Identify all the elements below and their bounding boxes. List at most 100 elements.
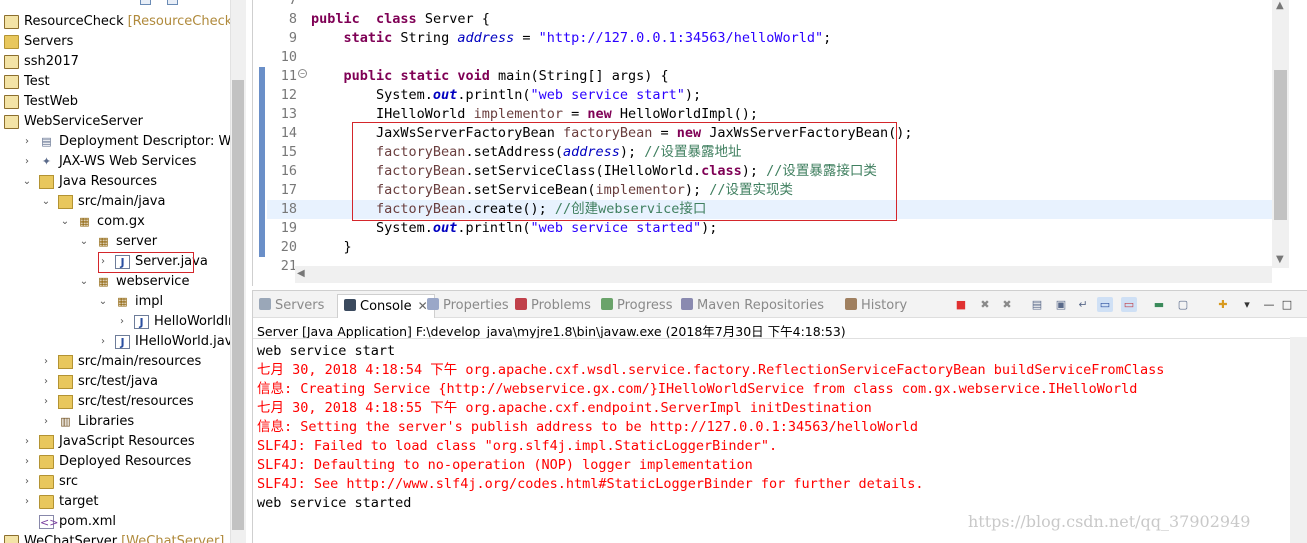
code-token: //创建webservice接口 bbox=[554, 201, 707, 217]
code-token: JaxWsServerFactoryBean(); bbox=[701, 125, 913, 141]
code-line[interactable]: 20 } bbox=[267, 238, 1275, 257]
collapsed-arrow-icon[interactable]: › bbox=[117, 312, 127, 332]
javascript-icon bbox=[39, 435, 54, 449]
collapsed-arrow-icon[interactable]: › bbox=[22, 152, 32, 172]
display-console-icon[interactable]: ▢ bbox=[1175, 297, 1191, 312]
code-text: factoryBean.setServiceClass(IHelloWorld.… bbox=[311, 162, 877, 181]
collapsed-arrow-icon[interactable]: › bbox=[41, 372, 51, 392]
clear-console-icon[interactable]: ▤ bbox=[1029, 297, 1045, 312]
tab-label: Progress bbox=[617, 298, 673, 313]
code-line[interactable]: 8 public class Server { bbox=[267, 10, 1275, 29]
expanded-arrow-icon[interactable]: ⌄ bbox=[60, 212, 70, 232]
code-token: System. bbox=[311, 220, 433, 236]
code-line[interactable]: 18 factoryBean.create(); //创建webservice接… bbox=[267, 200, 1275, 219]
console-output-line: SLF4J: Defaulting to no-operation (NOP) … bbox=[257, 457, 753, 473]
code-editor[interactable]: 7 8 public class Server {9 static String a… bbox=[252, 0, 1307, 286]
code-text: factoryBean.setServiceBean(implementor);… bbox=[311, 181, 793, 200]
collapsed-arrow-icon[interactable]: › bbox=[22, 132, 32, 152]
tree-item-label: JAX-WS Web Services bbox=[59, 154, 197, 169]
collapsed-arrow-icon[interactable]: › bbox=[41, 412, 51, 432]
scroll-down-icon[interactable]: ▼ bbox=[1276, 254, 1284, 265]
tab-console[interactable]: Console ✕ bbox=[337, 294, 435, 318]
properties-icon bbox=[427, 298, 439, 310]
collapsed-arrow-icon[interactable]: › bbox=[98, 332, 108, 352]
line-number: 16 bbox=[280, 163, 297, 179]
expanded-arrow-icon[interactable]: ⌄ bbox=[79, 272, 89, 292]
show-stderr-icon[interactable]: ▭ bbox=[1121, 297, 1137, 312]
console-output-line: SLF4J: See http://www.slf4j.org/codes.ht… bbox=[257, 476, 924, 492]
remove-launch-icon[interactable]: ✖ bbox=[977, 297, 993, 312]
maximize-icon[interactable]: □ bbox=[1279, 297, 1295, 312]
collapsed-arrow-icon[interactable]: › bbox=[22, 472, 32, 492]
new-console-icon[interactable]: ✚ bbox=[1215, 297, 1231, 312]
code-token: .println( bbox=[457, 87, 531, 103]
tab-problems[interactable]: Problems bbox=[515, 296, 591, 316]
code-line[interactable]: 13 IHelloWorld implementor = new HelloWo… bbox=[267, 105, 1275, 124]
project-icon bbox=[4, 15, 19, 29]
collapsed-arrow-icon[interactable]: › bbox=[41, 392, 51, 412]
tree-item-label: IHelloWorld.java bbox=[135, 334, 241, 349]
line-number: 20 bbox=[280, 239, 297, 255]
code-token: class bbox=[701, 163, 742, 179]
code-line[interactable]: 17 factoryBean.setServiceBean(implemento… bbox=[267, 181, 1275, 200]
pin-console-icon[interactable]: ▬ bbox=[1151, 297, 1167, 312]
line-number: 8 bbox=[288, 11, 297, 27]
tab-properties[interactable]: Properties bbox=[427, 296, 509, 316]
collapsed-arrow-icon[interactable]: › bbox=[22, 452, 32, 472]
tree-item-label: Libraries bbox=[78, 414, 135, 429]
dropdown-icon[interactable]: ▾ bbox=[1239, 297, 1255, 312]
remove-all-icon[interactable]: ✖ bbox=[999, 297, 1015, 312]
tab-progress[interactable]: Progress bbox=[601, 296, 672, 316]
code-token: System. bbox=[311, 87, 433, 103]
tree-item-label: Deployment Descriptor: WebSer bbox=[59, 134, 246, 149]
maven-icon bbox=[681, 298, 693, 310]
editor-vertical-scrollbar-thumb[interactable] bbox=[1274, 70, 1287, 220]
tree-item-label: src bbox=[59, 474, 78, 489]
tab-label: Servers bbox=[275, 298, 325, 313]
code-line[interactable]: 19 System.out.println("web service start… bbox=[267, 219, 1275, 238]
scroll-left-icon[interactable]: ◀ bbox=[297, 268, 305, 279]
code-line[interactable]: 7 bbox=[267, 0, 1275, 10]
tab-history[interactable]: History bbox=[845, 296, 907, 316]
tree-item-label: target bbox=[59, 494, 99, 509]
package-icon: ▦ bbox=[79, 215, 90, 228]
show-stdout-icon[interactable]: ▭ bbox=[1097, 297, 1113, 312]
code-line[interactable]: 15 factoryBean.setAddress(address); //设置… bbox=[267, 143, 1275, 162]
code-line[interactable]: 14 JaxWsServerFactoryBean factoryBean = … bbox=[267, 124, 1275, 143]
collapsed-arrow-icon[interactable]: › bbox=[22, 492, 32, 512]
collapse-all-icon[interactable] bbox=[140, 0, 151, 5]
terminate-icon[interactable]: ■ bbox=[953, 297, 969, 312]
console-vertical-scrollbar[interactable] bbox=[1290, 337, 1307, 543]
code-token: new bbox=[676, 125, 702, 141]
code-line[interactable]: 9 static String address = "http://127.0.… bbox=[267, 29, 1275, 48]
explorer-scrollbar-thumb[interactable] bbox=[232, 80, 244, 530]
collapsed-arrow-icon[interactable]: › bbox=[41, 352, 51, 372]
fold-toggle-icon[interactable]: − bbox=[298, 69, 307, 78]
tab-servers[interactable]: Servers bbox=[259, 296, 324, 316]
code-line[interactable]: 16 factoryBean.setServiceClass(IHelloWor… bbox=[267, 162, 1275, 181]
code-line[interactable]: 10 bbox=[267, 48, 1275, 67]
code-token: .create(); bbox=[465, 201, 555, 217]
tree-item-label: Test bbox=[24, 74, 50, 89]
code-line[interactable]: 12 System.out.println("web service start… bbox=[267, 86, 1275, 105]
line-number: 9 bbox=[288, 30, 297, 46]
link-with-editor-icon[interactable] bbox=[167, 0, 179, 5]
code-token: main(String[] args) { bbox=[489, 68, 669, 84]
code-text: factoryBean.create(); //创建webservice接口 bbox=[311, 200, 706, 219]
expanded-arrow-icon[interactable]: ⌄ bbox=[79, 232, 89, 252]
tree-item-label: Deployed Resources bbox=[59, 454, 192, 469]
editor-horizontal-scrollbar[interactable]: ◀ bbox=[295, 266, 1272, 283]
code-token: out bbox=[432, 87, 458, 103]
tab-label: Console bbox=[360, 299, 412, 314]
scroll-lock-icon[interactable]: ▣ bbox=[1053, 297, 1069, 312]
expanded-arrow-icon[interactable]: ⌄ bbox=[98, 292, 108, 312]
tab-maven-repositories[interactable]: Maven Repositories bbox=[681, 296, 824, 316]
code-line[interactable]: 11− public static void main(String[] arg… bbox=[267, 67, 1275, 86]
collapsed-arrow-icon[interactable]: › bbox=[22, 432, 32, 452]
expanded-arrow-icon[interactable]: ⌄ bbox=[41, 192, 51, 212]
word-wrap-icon[interactable]: ↵ bbox=[1075, 297, 1091, 312]
expanded-arrow-icon[interactable]: ⌄ bbox=[22, 172, 32, 192]
minimize-icon[interactable]: — bbox=[1261, 297, 1277, 312]
code-token: factoryBean bbox=[376, 144, 466, 160]
scroll-up-icon[interactable]: ▲ bbox=[1276, 0, 1284, 11]
